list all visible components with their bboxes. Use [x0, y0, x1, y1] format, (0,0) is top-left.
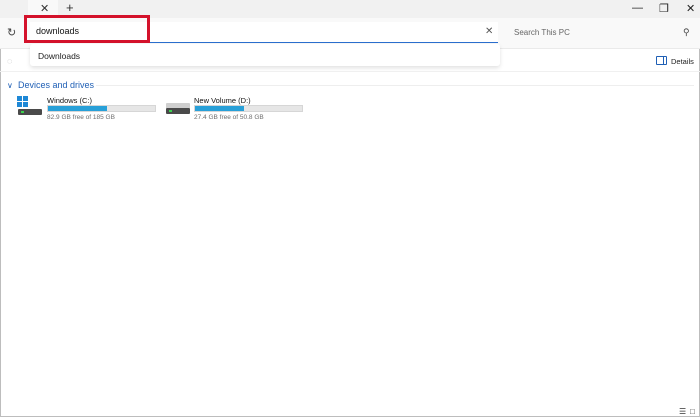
search-input[interactable]: Search This PC — [514, 28, 570, 37]
new-tab-button[interactable]: + — [66, 0, 74, 15]
list-view-icon[interactable]: ☰ — [679, 407, 686, 416]
windows-logo-icon — [17, 96, 29, 108]
new-item-icon[interactable]: ◌ — [7, 56, 12, 66]
details-pane-icon[interactable] — [656, 56, 667, 65]
refresh-icon[interactable]: ↻ — [7, 26, 16, 39]
drive-free-space: 27.4 GB free of 50.8 GB — [194, 114, 264, 121]
close-button[interactable]: ✕ — [686, 2, 695, 15]
drive-usage-bar — [194, 105, 303, 112]
divider — [0, 71, 700, 72]
drive-free-space: 82.9 GB free of 185 GB — [47, 114, 115, 121]
address-suggestions — [30, 44, 500, 66]
tiles-view-icon[interactable]: □ — [690, 407, 695, 416]
suggestion-item[interactable]: Downloads — [38, 51, 80, 61]
search-icon[interactable]: ⚲ — [683, 27, 690, 38]
details-button[interactable]: Details — [671, 57, 694, 66]
drive-usage-bar — [47, 105, 156, 112]
drive-name: New Volume (D:) — [194, 96, 251, 105]
tab-close-icon[interactable]: ✕ — [40, 2, 49, 15]
group-divider — [96, 85, 694, 86]
drive-usage-fill — [195, 106, 245, 111]
hard-drive-icon — [166, 108, 190, 114]
drive-name: Windows (C:) — [47, 96, 93, 105]
chevron-down-icon[interactable]: ∨ — [7, 81, 13, 90]
clear-address-icon[interactable]: ✕ — [485, 26, 493, 37]
hard-drive-icon — [18, 109, 42, 115]
group-header-devices[interactable]: Devices and drives — [18, 80, 94, 90]
restore-button[interactable]: ❐ — [659, 2, 669, 15]
highlight-box — [24, 15, 150, 43]
minimize-button[interactable]: — — [632, 2, 643, 14]
drive-usage-fill — [48, 106, 108, 111]
